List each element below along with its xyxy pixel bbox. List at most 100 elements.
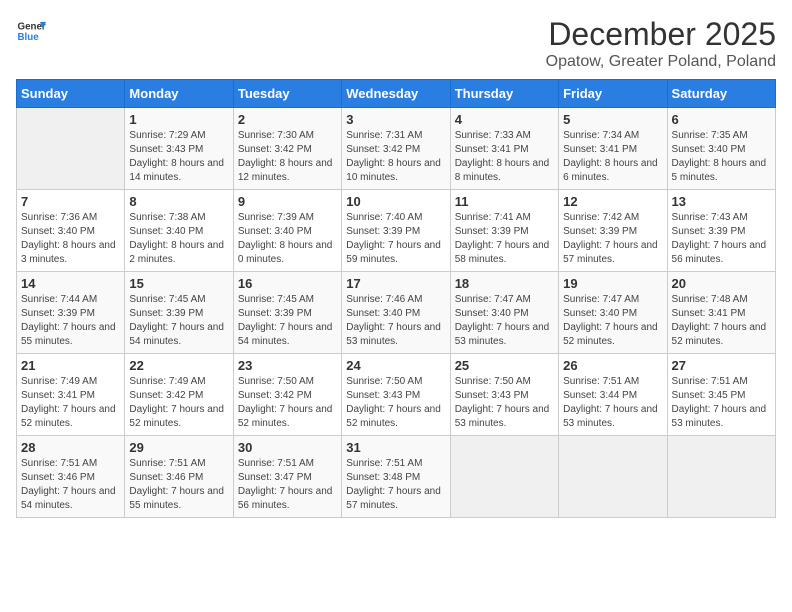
calendar-day-header: Thursday bbox=[450, 80, 558, 108]
day-number: 28 bbox=[21, 440, 120, 455]
cell-content: Sunrise: 7:45 AMSunset: 3:39 PMDaylight:… bbox=[238, 293, 337, 349]
cell-content: Sunrise: 7:51 AMSunset: 3:46 PMDaylight:… bbox=[129, 457, 228, 513]
day-number: 4 bbox=[455, 112, 554, 127]
cell-content: Sunrise: 7:50 AMSunset: 3:43 PMDaylight:… bbox=[455, 375, 554, 431]
calendar-cell: 13Sunrise: 7:43 AMSunset: 3:39 PMDayligh… bbox=[667, 190, 775, 272]
calendar-cell: 22Sunrise: 7:49 AMSunset: 3:42 PMDayligh… bbox=[125, 354, 233, 436]
cell-content: Sunrise: 7:46 AMSunset: 3:40 PMDaylight:… bbox=[346, 293, 445, 349]
calendar-table: SundayMondayTuesdayWednesdayThursdayFrid… bbox=[16, 79, 776, 518]
day-number: 1 bbox=[129, 112, 228, 127]
calendar-week-row: 1 Sunrise: 7:29 AMSunset: 3:43 PMDaylight… bbox=[17, 108, 776, 190]
svg-text:Blue: Blue bbox=[18, 32, 40, 43]
cell-content: Sunrise: 7:45 AMSunset: 3:39 PMDaylight:… bbox=[129, 293, 228, 349]
cell-content: Sunrise: 7:51 AMSunset: 3:45 PMDaylight:… bbox=[672, 375, 771, 431]
day-number: 7 bbox=[21, 194, 120, 209]
calendar-cell bbox=[667, 436, 775, 518]
calendar-day-header: Monday bbox=[125, 80, 233, 108]
cell-content: Sunrise: 7:51 AMSunset: 3:47 PMDaylight:… bbox=[238, 457, 337, 513]
calendar-cell: 29 Sunrise: 7:51 AMSunset: 3:46 PMDayligh… bbox=[125, 436, 233, 518]
cell-content: Sunrise: 7:29 AMSunset: 3:43 PMDaylight:… bbox=[129, 129, 228, 185]
calendar-cell bbox=[17, 108, 125, 190]
calendar-day-header: Friday bbox=[559, 80, 667, 108]
calendar-cell: 15 Sunrise: 7:45 AMSunset: 3:39 PMDayligh… bbox=[125, 272, 233, 354]
cell-content: Sunrise: 7:30 AMSunset: 3:42 PMDaylight:… bbox=[238, 129, 337, 185]
calendar-cell: 27 Sunrise: 7:51 AMSunset: 3:45 PMDayligh… bbox=[667, 354, 775, 436]
day-number: 18 bbox=[455, 276, 554, 291]
calendar-week-row: 28 Sunrise: 7:51 AMSunset: 3:46 PMDayligh… bbox=[17, 436, 776, 518]
calendar-cell: 4 Sunrise: 7:33 AMSunset: 3:41 PMDaylight… bbox=[450, 108, 558, 190]
logo: General Blue bbox=[16, 16, 46, 46]
calendar-cell: 18 Sunrise: 7:47 AMSunset: 3:40 PMDayligh… bbox=[450, 272, 558, 354]
cell-content: Sunrise: 7:50 AMSunset: 3:43 PMDaylight:… bbox=[346, 375, 445, 431]
cell-content: Sunrise: 7:47 AMSunset: 3:40 PMDaylight:… bbox=[563, 293, 662, 349]
calendar-cell: 20Sunrise: 7:48 AMSunset: 3:41 PMDayligh… bbox=[667, 272, 775, 354]
calendar-cell: 19 Sunrise: 7:47 AMSunset: 3:40 PMDayligh… bbox=[559, 272, 667, 354]
calendar-cell: 21 Sunrise: 7:49 AMSunset: 3:41 PMDayligh… bbox=[17, 354, 125, 436]
calendar-cell: 12Sunrise: 7:42 AMSunset: 3:39 PMDayligh… bbox=[559, 190, 667, 272]
calendar-header-row: SundayMondayTuesdayWednesdayThursdayFrid… bbox=[17, 80, 776, 108]
calendar-cell: 30Sunrise: 7:51 AMSunset: 3:47 PMDayligh… bbox=[233, 436, 341, 518]
cell-content: Sunrise: 7:47 AMSunset: 3:40 PMDaylight:… bbox=[455, 293, 554, 349]
cell-content: Sunrise: 7:34 AMSunset: 3:41 PMDaylight:… bbox=[563, 129, 662, 185]
title-area: December 2025 Opatow, Greater Poland, Po… bbox=[546, 16, 776, 71]
calendar-cell: 25 Sunrise: 7:50 AMSunset: 3:43 PMDayligh… bbox=[450, 354, 558, 436]
calendar-day-header: Tuesday bbox=[233, 80, 341, 108]
cell-content: Sunrise: 7:41 AMSunset: 3:39 PMDaylight:… bbox=[455, 211, 554, 267]
cell-content: Sunrise: 7:42 AMSunset: 3:39 PMDaylight:… bbox=[563, 211, 662, 267]
calendar-cell: 16Sunrise: 7:45 AMSunset: 3:39 PMDayligh… bbox=[233, 272, 341, 354]
cell-content: Sunrise: 7:51 AMSunset: 3:48 PMDaylight:… bbox=[346, 457, 445, 513]
calendar-day-header: Wednesday bbox=[342, 80, 450, 108]
day-number: 29 bbox=[129, 440, 228, 455]
day-number: 6 bbox=[672, 112, 771, 127]
cell-content: Sunrise: 7:50 AMSunset: 3:42 PMDaylight:… bbox=[238, 375, 337, 431]
day-number: 9 bbox=[238, 194, 337, 209]
calendar-week-row: 14 Sunrise: 7:44 AMSunset: 3:39 PMDayligh… bbox=[17, 272, 776, 354]
day-number: 3 bbox=[346, 112, 445, 127]
calendar-cell: 23Sunrise: 7:50 AMSunset: 3:42 PMDayligh… bbox=[233, 354, 341, 436]
calendar-body: 1 Sunrise: 7:29 AMSunset: 3:43 PMDaylight… bbox=[17, 108, 776, 518]
cell-content: Sunrise: 7:43 AMSunset: 3:39 PMDaylight:… bbox=[672, 211, 771, 267]
day-number: 27 bbox=[672, 358, 771, 373]
day-number: 11 bbox=[455, 194, 554, 209]
calendar-week-row: 21 Sunrise: 7:49 AMSunset: 3:41 PMDayligh… bbox=[17, 354, 776, 436]
calendar-cell: 31Sunrise: 7:51 AMSunset: 3:48 PMDayligh… bbox=[342, 436, 450, 518]
day-number: 15 bbox=[129, 276, 228, 291]
month-title: December 2025 bbox=[546, 16, 776, 53]
cell-content: Sunrise: 7:39 AMSunset: 3:40 PMDaylight:… bbox=[238, 211, 337, 267]
cell-content: Sunrise: 7:44 AMSunset: 3:39 PMDaylight:… bbox=[21, 293, 120, 349]
day-number: 2 bbox=[238, 112, 337, 127]
day-number: 8 bbox=[129, 194, 228, 209]
day-number: 20 bbox=[672, 276, 771, 291]
calendar-cell: 7Sunrise: 7:36 AMSunset: 3:40 PMDaylight… bbox=[17, 190, 125, 272]
header: General Blue December 2025 Opatow, Great… bbox=[16, 16, 776, 71]
calendar-cell: 17 Sunrise: 7:46 AMSunset: 3:40 PMDayligh… bbox=[342, 272, 450, 354]
cell-content: Sunrise: 7:35 AMSunset: 3:40 PMDaylight:… bbox=[672, 129, 771, 185]
cell-content: Sunrise: 7:33 AMSunset: 3:41 PMDaylight:… bbox=[455, 129, 554, 185]
cell-content: Sunrise: 7:51 AMSunset: 3:44 PMDaylight:… bbox=[563, 375, 662, 431]
day-number: 14 bbox=[21, 276, 120, 291]
day-number: 22 bbox=[129, 358, 228, 373]
calendar-cell: 8 Sunrise: 7:38 AMSunset: 3:40 PMDaylight… bbox=[125, 190, 233, 272]
cell-content: Sunrise: 7:38 AMSunset: 3:40 PMDaylight:… bbox=[129, 211, 228, 267]
logo-icon: General Blue bbox=[16, 16, 46, 46]
day-number: 17 bbox=[346, 276, 445, 291]
calendar-cell: 9 Sunrise: 7:39 AMSunset: 3:40 PMDaylight… bbox=[233, 190, 341, 272]
calendar-cell: 2 Sunrise: 7:30 AMSunset: 3:42 PMDaylight… bbox=[233, 108, 341, 190]
day-number: 21 bbox=[21, 358, 120, 373]
calendar-cell: 14 Sunrise: 7:44 AMSunset: 3:39 PMDayligh… bbox=[17, 272, 125, 354]
cell-content: Sunrise: 7:40 AMSunset: 3:39 PMDaylight:… bbox=[346, 211, 445, 267]
cell-content: Sunrise: 7:51 AMSunset: 3:46 PMDaylight:… bbox=[21, 457, 120, 513]
calendar-cell: 10Sunrise: 7:40 AMSunset: 3:39 PMDayligh… bbox=[342, 190, 450, 272]
calendar-week-row: 7Sunrise: 7:36 AMSunset: 3:40 PMDaylight… bbox=[17, 190, 776, 272]
calendar-cell: 26 Sunrise: 7:51 AMSunset: 3:44 PMDayligh… bbox=[559, 354, 667, 436]
day-number: 25 bbox=[455, 358, 554, 373]
calendar-cell: 5Sunrise: 7:34 AMSunset: 3:41 PMDaylight… bbox=[559, 108, 667, 190]
cell-content: Sunrise: 7:49 AMSunset: 3:41 PMDaylight:… bbox=[21, 375, 120, 431]
cell-content: Sunrise: 7:31 AMSunset: 3:42 PMDaylight:… bbox=[346, 129, 445, 185]
calendar-cell: 28 Sunrise: 7:51 AMSunset: 3:46 PMDayligh… bbox=[17, 436, 125, 518]
calendar-cell: 6 Sunrise: 7:35 AMSunset: 3:40 PMDaylight… bbox=[667, 108, 775, 190]
calendar-cell: 24 Sunrise: 7:50 AMSunset: 3:43 PMDayligh… bbox=[342, 354, 450, 436]
day-number: 19 bbox=[563, 276, 662, 291]
day-number: 26 bbox=[563, 358, 662, 373]
day-number: 24 bbox=[346, 358, 445, 373]
